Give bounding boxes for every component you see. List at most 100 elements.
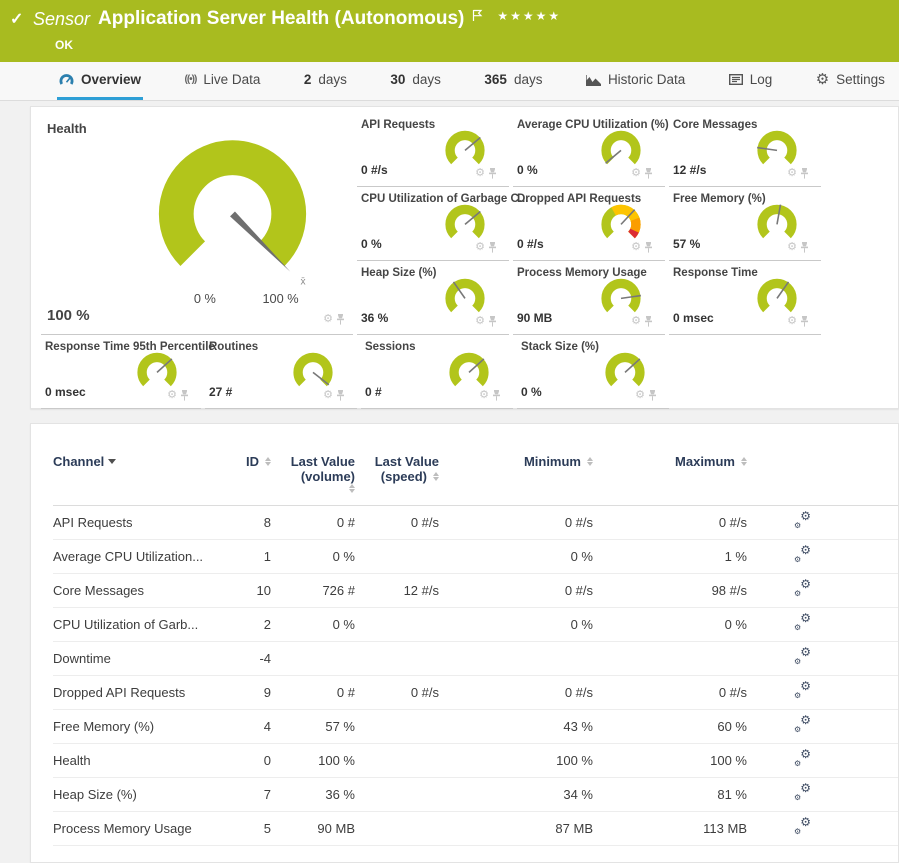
gauge-row-four: Response Time 95th Percentile 0 msec ⚙ R… — [41, 335, 898, 409]
gauge-pin-icon[interactable] — [488, 242, 497, 253]
gauge-pin-icon[interactable] — [488, 316, 497, 327]
gauge-title[interactable]: Dropped API Requests — [517, 193, 641, 205]
channel-settings-icon[interactable]: ⚙⚙ — [794, 718, 811, 733]
priority-stars[interactable]: ★★★★★ — [497, 9, 561, 23]
gauge-title[interactable]: Stack Size (%) — [521, 341, 599, 353]
gauge-settings-icon[interactable]: ⚙ — [787, 242, 797, 253]
channel-settings-icon[interactable]: ⚙⚙ — [794, 548, 811, 563]
channel-settings-icon[interactable]: ⚙⚙ — [794, 752, 811, 767]
gauge-title[interactable]: Process Memory Usage — [517, 267, 647, 279]
gauge-settings-icon[interactable]: ⚙ — [475, 168, 485, 179]
gauge-settings-icon[interactable]: ⚙ — [787, 316, 797, 327]
channel-name[interactable]: CPU Utilization of Garb... — [53, 617, 223, 632]
channel-settings-icon[interactable]: ⚙⚙ — [794, 514, 811, 529]
channel-name[interactable]: Process Memory Usage — [53, 821, 223, 836]
tab-overview[interactable]: Overview — [57, 62, 143, 100]
tab-historic-data[interactable]: Historic Data — [584, 62, 687, 100]
gauge — [749, 198, 805, 247]
gauge-title[interactable]: CPU Utilization of Garbage C... — [361, 193, 528, 205]
gauge-settings-icon[interactable]: ⚙ — [479, 390, 489, 401]
channel-name[interactable]: Health — [53, 753, 223, 768]
channel-name[interactable]: Downtime — [53, 651, 223, 666]
status-check-icon: ✓ — [10, 9, 23, 29]
channel-settings-icon[interactable]: ⚙⚙ — [794, 684, 811, 699]
gauge-title[interactable]: Sessions — [365, 341, 416, 353]
table-row[interactable]: Heap Size (%) 7 36 % 34 % 81 % ⚙⚙ — [53, 778, 898, 812]
column-header-last-value-speed[interactable]: Last Value (speed) — [375, 454, 439, 484]
gauge-pin-icon[interactable] — [800, 168, 809, 179]
table-row[interactable]: Health 0 100 % 100 % 100 % ⚙⚙ — [53, 744, 898, 778]
channel-settings-icon[interactable]: ⚙⚙ — [794, 650, 811, 665]
table-row[interactable]: CPU Utilization of Garb... 2 0 % 0 % 0 %… — [53, 608, 898, 642]
tab-live-data[interactable]: ((•)) Live Data — [183, 62, 263, 100]
table-row[interactable]: Free Memory (%) 4 57 % 43 % 60 % ⚙⚙ — [53, 710, 898, 744]
gauge-title[interactable]: Heap Size (%) — [361, 267, 436, 279]
gauge-title[interactable]: Free Memory (%) — [673, 193, 766, 205]
scale-min-label: 0 % — [194, 291, 216, 306]
channel-name[interactable]: Heap Size (%) — [53, 787, 223, 802]
gauge-pin-icon[interactable] — [800, 242, 809, 253]
table-row[interactable]: Average CPU Utilization... 1 0 % 0 % 1 %… — [53, 540, 898, 574]
gauge-settings-icon[interactable]: ⚙ — [787, 168, 797, 179]
historic-data-icon — [586, 74, 601, 86]
gauge-settings-icon[interactable]: ⚙ — [475, 316, 485, 327]
channel-settings-icon[interactable]: ⚙⚙ — [794, 820, 811, 835]
gauge-pin-icon[interactable] — [644, 168, 653, 179]
gauge-settings-icon[interactable]: ⚙ — [167, 390, 177, 401]
gauge-pin-icon[interactable] — [336, 390, 345, 401]
column-header-last-value-volume[interactable]: Last Value (volume) — [291, 454, 355, 493]
column-header-channel[interactable]: Channel — [53, 454, 223, 469]
gauge-pin-icon[interactable] — [488, 168, 497, 179]
column-header-id[interactable]: ID — [246, 454, 271, 469]
channel-settings-icon[interactable]: ⚙⚙ — [794, 582, 811, 597]
gauge-settings-icon[interactable]: ⚙ — [323, 390, 333, 401]
channel-name[interactable]: Average CPU Utilization... — [53, 549, 223, 564]
gauge-settings-icon[interactable]: ⚙ — [475, 242, 485, 253]
tab-2-days[interactable]: 2 days — [302, 62, 349, 100]
gauge-pin-icon[interactable] — [644, 316, 653, 327]
gauge-cell: Response Time 0 msec ⚙ — [669, 261, 821, 335]
gauge — [437, 198, 493, 247]
gauge-title[interactable]: Response Time 95th Percentile — [45, 341, 215, 353]
gauge-pin-icon[interactable] — [492, 390, 501, 401]
table-row[interactable]: Dropped API Requests 9 0 # 0 #/s 0 #/s 0… — [53, 676, 898, 710]
gauge-title[interactable]: Average CPU Utilization (%) — [517, 119, 669, 131]
gauge-title[interactable]: API Requests — [361, 119, 435, 131]
tab-label: Historic Data — [608, 72, 685, 87]
cell-maximum: 0 % — [725, 617, 747, 632]
gauge-settings-icon[interactable]: ⚙ — [635, 390, 645, 401]
channel-settings-icon[interactable]: ⚙⚙ — [794, 786, 811, 801]
tab-365-days[interactable]: 365 days — [482, 62, 544, 100]
gauge-title[interactable]: Health — [47, 121, 87, 136]
channel-name[interactable]: API Requests — [53, 515, 223, 530]
table-row[interactable]: Downtime -4 ⚙⚙ — [53, 642, 898, 676]
table-row[interactable]: Core Messages 10 726 # 12 #/s 0 #/s 98 #… — [53, 574, 898, 608]
gauge-title[interactable]: Routines — [209, 341, 258, 353]
gauge-pin-icon[interactable] — [180, 390, 189, 401]
gauge-settings-icon[interactable]: ⚙ — [631, 316, 641, 327]
gauge-title[interactable]: Response Time — [673, 267, 758, 279]
channel-name[interactable]: Free Memory (%) — [53, 719, 223, 734]
gauge-settings-icon[interactable]: ⚙ — [631, 242, 641, 253]
column-header-minimum[interactable]: Minimum — [524, 454, 593, 469]
table-row[interactable]: Process Memory Usage 5 90 MB 87 MB 113 M… — [53, 812, 898, 846]
gauge-settings-icon[interactable]: ⚙ — [631, 168, 641, 179]
table-row[interactable]: API Requests 8 0 # 0 #/s 0 #/s 0 #/s ⚙⚙ — [53, 506, 898, 540]
channel-name[interactable]: Dropped API Requests — [53, 685, 223, 700]
tab-settings[interactable]: ⚙ Settings — [814, 62, 887, 100]
gauge-pin-icon[interactable] — [800, 316, 809, 327]
channel-settings-icon[interactable]: ⚙⚙ — [794, 616, 811, 631]
column-header-maximum[interactable]: Maximum — [675, 454, 747, 469]
gauge-title[interactable]: Core Messages — [673, 119, 757, 131]
gauge-settings-icon[interactable]: ⚙ — [323, 314, 333, 325]
gauge-cell: CPU Utilization of Garbage C... 0 % ⚙ — [357, 187, 509, 261]
gauge-pin-icon[interactable] — [648, 390, 657, 401]
tab-30-days[interactable]: 30 days — [388, 62, 443, 100]
gauge — [437, 124, 493, 173]
tab-log[interactable]: Log — [727, 62, 775, 100]
channel-name[interactable]: Core Messages — [53, 583, 223, 598]
gauge-pin-icon[interactable] — [644, 242, 653, 253]
gauge-cell: Process Memory Usage 90 MB ⚙ — [513, 261, 665, 335]
gauge-pin-icon[interactable] — [336, 314, 345, 325]
flag-icon[interactable] — [472, 9, 483, 22]
